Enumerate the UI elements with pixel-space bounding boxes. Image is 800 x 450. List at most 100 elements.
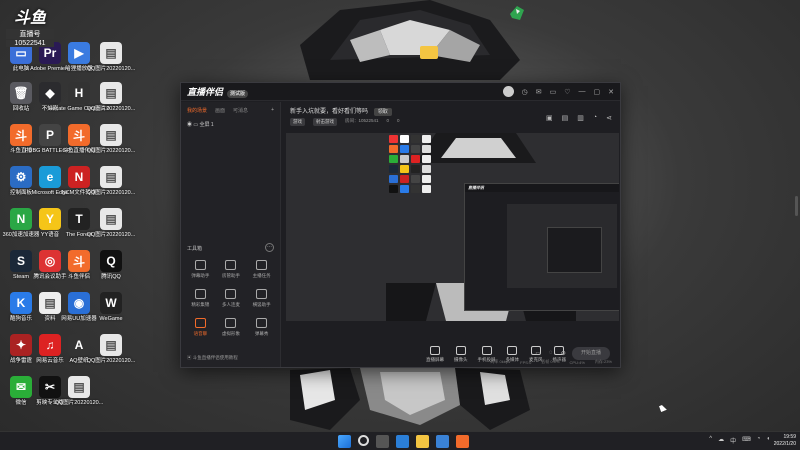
close-button[interactable]: ✕ xyxy=(608,88,614,96)
bell-icon[interactable]: ◔ xyxy=(593,114,597,122)
desktop-app-icon: ▤ xyxy=(100,208,122,230)
desktop-icon[interactable]: ▤ QQ图片20220120... xyxy=(87,166,135,196)
preview-mini-icon xyxy=(400,145,409,153)
task-view-icon[interactable] xyxy=(376,435,389,448)
eye-off-icon[interactable]: ◌ xyxy=(549,350,553,357)
desktop-app-icon: ▤ xyxy=(100,124,122,146)
desktop-icon[interactable]: ▤ QQ图片20220120... xyxy=(87,334,135,364)
tab-messages[interactable]: 可消息 xyxy=(233,107,248,114)
eye-icon[interactable]: ◉ xyxy=(187,122,192,128)
share-icon[interactable]: ⋖ xyxy=(606,114,612,122)
desktop-icon-label: QQ图片20220120... xyxy=(86,66,136,72)
tool-item[interactable]: 精彩集锦 xyxy=(185,289,216,308)
watermark: 斗鱼 直播号 10522541 xyxy=(6,4,54,47)
status-bitrate: 码率 0kbps xyxy=(490,359,511,364)
add-scene-icon[interactable]: + xyxy=(271,107,274,114)
desktop-icon-label: YY语音 xyxy=(40,232,60,238)
desktop-app-icon: H xyxy=(68,82,90,104)
folder-icon[interactable] xyxy=(420,46,438,59)
settings-icon[interactable]: ⚙ xyxy=(561,350,566,357)
scrollbar[interactable] xyxy=(795,196,798,216)
desktop-icon[interactable]: ▤ QQ图片20220120... xyxy=(55,376,103,406)
desktop-icon[interactable]: ◉ 网易UU加速器 xyxy=(61,292,97,322)
notice-text: 新手入坑就要，看好看们等吗 xyxy=(290,109,369,115)
desktop-app-icon: W xyxy=(100,292,122,314)
tool-item[interactable]: 横竖助手 xyxy=(246,289,277,308)
minimize-button[interactable]: — xyxy=(579,88,586,95)
tab-scenes[interactable]: 我的场景 xyxy=(187,107,207,114)
wifi-icon[interactable]: ◔ xyxy=(757,436,761,445)
history-icon[interactable]: ◷ xyxy=(522,88,528,96)
chart-icon[interactable]: ▤ xyxy=(562,114,569,122)
tray-expand-icon[interactable]: ^ xyxy=(709,436,712,445)
keyboard-icon[interactable]: ⌨ xyxy=(742,436,751,445)
tutorial-link[interactable]: ▣ 斗鱼直播伴侣使用教程 xyxy=(187,355,238,361)
screen-icon[interactable]: ▭ xyxy=(550,88,557,96)
desktop-icon-label: 酷狗音乐 xyxy=(9,316,32,322)
preview-mini-icon xyxy=(400,135,409,143)
watermark-line1: 直播号 xyxy=(6,29,54,39)
desktop-app-icon: N xyxy=(68,166,90,188)
nested-nested-preview xyxy=(547,227,602,273)
desktop-app-icon: ◎ xyxy=(39,250,61,272)
start-icon[interactable] xyxy=(338,435,351,448)
category-chip[interactable]: 游戏 xyxy=(290,118,305,126)
desktop-icon[interactable]: 斗斗鱼伴侣 xyxy=(62,250,96,280)
desktop-icon[interactable]: Q 腾讯QQ xyxy=(94,250,128,280)
tool-item[interactable]: 虚拟形象 xyxy=(216,318,247,337)
desktop-app-icon: Q xyxy=(100,250,122,272)
store-icon[interactable] xyxy=(436,435,449,448)
watermark-line2: 10522541 xyxy=(6,40,54,47)
favorite-icon[interactable]: ♡ xyxy=(564,88,570,96)
search-icon[interactable] xyxy=(358,435,369,446)
clock[interactable]: 19:59 2022/1/20 xyxy=(774,434,796,448)
desktop-icon[interactable]: W WeGame xyxy=(94,292,128,322)
bag-icon[interactable]: ▥ xyxy=(577,114,584,122)
douyu-taskbar-icon[interactable] xyxy=(456,435,469,448)
notice-button[interactable]: 领取 xyxy=(373,108,392,116)
ime-indicator[interactable]: 中 xyxy=(730,436,736,445)
volume-icon[interactable]: ◖ xyxy=(766,436,770,445)
camera-icon[interactable]: ▭ xyxy=(535,350,541,357)
gift-icon[interactable]: ▣ xyxy=(546,114,553,122)
preview-mini-icon xyxy=(422,135,431,143)
tool-item[interactable]: 主播任务 xyxy=(246,260,277,279)
scene-item[interactable]: ◉ ▭ 全屏 1 xyxy=(181,119,280,130)
tool-item[interactable]: 房管助手 xyxy=(216,260,247,279)
tool-label: 房管助手 xyxy=(221,273,240,278)
tool-item[interactable]: 弹幕助手 xyxy=(185,260,216,279)
main-toolbar: ▣ ▤ ▥ ◔ ⋖ xyxy=(546,114,612,122)
stream-preview[interactable]: 直播伴侣 xyxy=(286,133,619,321)
more-tools-icon[interactable]: ⋯ xyxy=(265,243,274,252)
desktop-icon-label: QQ图片20220120... xyxy=(54,400,104,406)
file-explorer-icon[interactable] xyxy=(416,435,429,448)
desktop-app-icon: ✉ xyxy=(10,376,32,398)
tool-item[interactable]: 弹幕秀 xyxy=(246,318,277,337)
desktop-icon[interactable]: ▤ QQ图片20220120... xyxy=(87,82,135,112)
maximize-button[interactable]: ▢ xyxy=(594,88,601,96)
tool-item[interactable]: 语音聊 xyxy=(185,318,216,337)
widgets-icon[interactable] xyxy=(396,435,409,448)
desktop-icon[interactable]: ▤ QQ图片20220120... xyxy=(87,42,135,72)
tab-picture[interactable]: 画面 xyxy=(215,107,225,114)
subcategory-chip[interactable]: 射击游戏 xyxy=(313,118,337,126)
preview-mini-icon xyxy=(389,185,398,193)
desktop-icon[interactable]: ▤ QQ图片20220120... xyxy=(87,208,135,238)
status-dropped: 丢帧 0.0% xyxy=(541,359,560,364)
desktop-icon-label: QQ图片20220120... xyxy=(86,190,136,196)
preview-mini-icon xyxy=(411,175,420,183)
app-title-tag: 测试版 xyxy=(227,90,249,98)
cloud-icon[interactable]: ☁ xyxy=(718,436,724,445)
control-icon xyxy=(481,345,492,355)
message-icon[interactable]: ✉ xyxy=(536,88,542,96)
tool-icon xyxy=(225,318,237,328)
tool-label: 多人连麦 xyxy=(221,302,240,307)
status-cpu: CPU:4% xyxy=(569,359,585,365)
tool-item[interactable]: 多人连麦 xyxy=(216,289,247,308)
avatar[interactable] xyxy=(502,86,514,97)
desktop-icon[interactable]: ▤ QQ图片20220120... xyxy=(87,124,135,154)
preview-mini-icon xyxy=(389,155,398,163)
desktop-app-icon: T xyxy=(68,208,90,230)
preview-mini-icon xyxy=(400,155,409,163)
desktop-app-icon: ✦ xyxy=(10,334,32,356)
